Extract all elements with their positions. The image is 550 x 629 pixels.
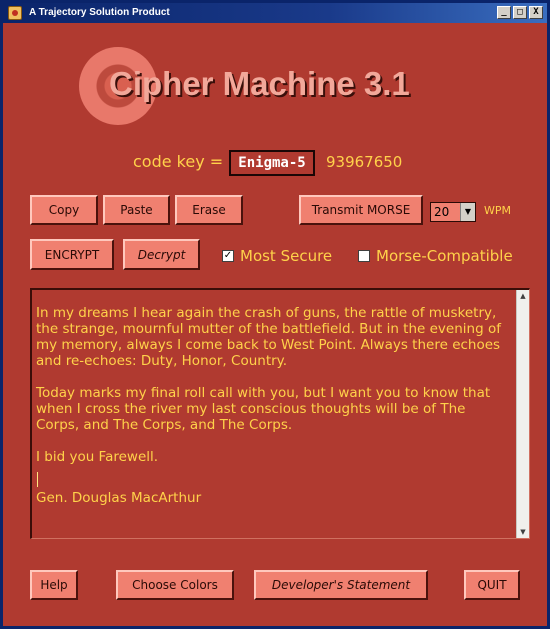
quit-button[interactable]: QUIT [464,570,520,600]
code-key-field[interactable]: Enigma-5 [229,150,315,176]
app-logo-title: Cipher Machine 3.1 [109,65,410,102]
morse-compatible-label: Morse-Compatible [376,247,513,265]
window-title: A Trajectory Solution Product [29,7,170,18]
message-signature: Gen. Douglas MacArthur [36,490,202,506]
most-secure-checkbox[interactable]: ✓ Most Secure [222,247,332,265]
message-paragraph-2: Today marks my final roll call with you,… [36,385,491,433]
text-caret [37,472,38,487]
transmit-morse-button[interactable]: Transmit MORSE [299,195,423,225]
chevron-down-icon[interactable]: ▼ [460,203,475,221]
copy-button[interactable]: Copy [30,195,98,225]
code-key-label: code key = [133,152,224,171]
most-secure-label: Most Secure [240,247,333,265]
app-icon [8,6,22,20]
code-key-number: 93967650 [326,153,403,171]
message-paragraph-1: In my dreams I hear again the crash of g… [36,305,501,369]
decrypt-button[interactable]: Decrypt [123,239,200,270]
choose-colors-button[interactable]: Choose Colors [116,570,234,600]
help-button[interactable]: Help [30,570,78,600]
wpm-value: 20 [434,205,450,219]
minimize-icon[interactable]: _ [497,6,511,19]
scroll-up-icon[interactable]: ▲ [517,290,529,302]
window-controls: _ □ X [497,6,543,19]
close-icon[interactable]: X [529,6,543,19]
vertical-scrollbar[interactable]: ▲ ▼ [516,290,529,538]
scroll-down-icon[interactable]: ▼ [517,526,529,538]
erase-button[interactable]: Erase [175,195,243,225]
message-paragraph-3: I bid you Farewell. [36,449,159,465]
message-textarea[interactable]: In my dreams I hear again the crash of g… [30,288,530,539]
checkmark-icon[interactable]: ✓ [222,250,234,262]
wpm-select[interactable]: 20 ▼ [430,202,476,222]
checkbox-empty-icon[interactable] [358,250,370,262]
encrypt-button[interactable]: ENCRYPT [30,239,114,270]
wpm-label: WPM [484,204,512,217]
title-bar[interactable]: A Trajectory Solution Product _ □ X [3,3,547,23]
developers-statement-button[interactable]: Developer's Statement [254,570,428,600]
paste-button[interactable]: Paste [103,195,170,225]
maximize-icon[interactable]: □ [513,6,527,19]
app-window: A Trajectory Solution Product _ □ X Ciph… [0,0,550,629]
morse-compatible-checkbox[interactable]: Morse-Compatible [358,247,513,265]
